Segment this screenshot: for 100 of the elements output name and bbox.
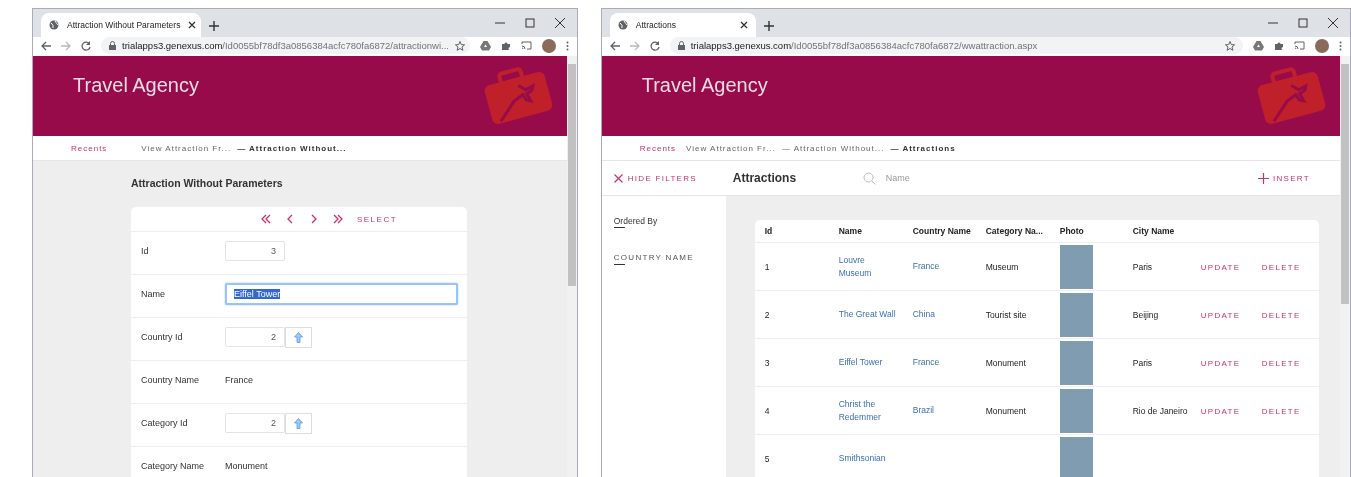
- update-link[interactable]: UPDATE: [1200, 358, 1241, 368]
- breadcrumb-link[interactable]: Recents: [639, 143, 677, 153]
- field-label: Id: [141, 246, 150, 256]
- maximize-icon[interactable]: [1298, 18, 1308, 28]
- more-icon[interactable]: [1339, 40, 1342, 51]
- table-cell: 2: [764, 309, 770, 320]
- delete-link[interactable]: DELETE: [1261, 406, 1301, 416]
- close-icon[interactable]: [739, 21, 748, 29]
- puzzle-icon[interactable]: [1274, 40, 1284, 51]
- tab-title: Attraction Without Parameters: [67, 20, 181, 30]
- delete-link[interactable]: DELETE: [1261, 358, 1301, 368]
- breadcrumb-link[interactable]: — Attraction Without...: [237, 143, 347, 153]
- table-cell: Monument: [985, 357, 1026, 368]
- country-link[interactable]: Brazil: [912, 404, 934, 417]
- scrollbar[interactable]: [566, 56, 577, 477]
- attraction-link[interactable]: Christ the Redemmer: [838, 397, 899, 424]
- photo-placeholder: [1059, 340, 1093, 385]
- globe-icon[interactable]: [617, 20, 628, 30]
- hide-filters-button[interactable]: HIDE FILTERS: [601, 172, 726, 184]
- star-icon[interactable]: [454, 40, 465, 51]
- delete-link[interactable]: DELETE: [1261, 262, 1301, 272]
- number-field[interactable]: 3: [225, 241, 285, 261]
- drive-icon[interactable]: [479, 40, 491, 51]
- close-icon[interactable]: [1328, 18, 1338, 28]
- column-header[interactable]: Id: [754, 220, 829, 243]
- table-cell: Museum: [985, 261, 1019, 272]
- attraction-link[interactable]: The Great Wall: [838, 308, 896, 321]
- field-label: Category Id: [141, 418, 189, 428]
- breadcrumb-link[interactable]: Recents: [71, 143, 108, 153]
- country-link[interactable]: France: [912, 356, 940, 369]
- reload-icon[interactable]: [81, 40, 91, 51]
- field-label: Country Id: [141, 332, 184, 342]
- field-value: Monument: [225, 461, 268, 471]
- update-link[interactable]: UPDATE: [1200, 262, 1241, 272]
- order-option[interactable]: COUNTRY NAME: [613, 253, 694, 265]
- avatar[interactable]: [541, 38, 556, 53]
- lock-icon[interactable]: [677, 41, 685, 50]
- first-icon[interactable]: [260, 214, 271, 224]
- app-title: Travel Agency: [73, 74, 199, 98]
- update-link[interactable]: UPDATE: [1200, 310, 1241, 320]
- field-label: Country Name: [141, 375, 201, 385]
- lock-icon[interactable]: [109, 41, 116, 50]
- browser-tab[interactable]: Attraction Without Parameters: [41, 13, 201, 37]
- grid-title: Attractions: [732, 171, 798, 185]
- plus-icon[interactable]: [1258, 172, 1269, 184]
- last-icon[interactable]: [332, 214, 343, 224]
- breadcrumb-link[interactable]: — Attraction Without...: [781, 143, 885, 153]
- more-icon[interactable]: [565, 40, 569, 51]
- cast-icon[interactable]: [1294, 41, 1305, 50]
- column-header[interactable]: Name: [828, 220, 903, 243]
- photo-placeholder: [1059, 244, 1093, 289]
- country-link[interactable]: China: [912, 308, 935, 321]
- address-bar[interactable]: trialapps3.genexus.com/Id0055bf78df3a0856384acfc780fa6872/attractionwi...: [101, 37, 470, 54]
- photo-placeholder: [1059, 436, 1093, 477]
- column-header[interactable]: Photo: [1049, 220, 1123, 243]
- select-button[interactable]: SELECT: [356, 214, 398, 224]
- reload-icon[interactable]: [649, 40, 660, 51]
- table-cell: Paris: [1132, 357, 1153, 368]
- country-link[interactable]: France: [912, 260, 940, 273]
- puzzle-icon[interactable]: [500, 40, 511, 51]
- attraction-link[interactable]: Eiffel Tower: [838, 356, 883, 369]
- close-icon[interactable]: [188, 21, 197, 29]
- back-icon[interactable]: [41, 40, 51, 51]
- photo-placeholder: [1059, 292, 1093, 337]
- breadcrumb-link[interactable]: View Attraction Fr...: [141, 143, 232, 153]
- attraction-link[interactable]: Louvre Museum: [838, 253, 899, 280]
- table-cell: Beijing: [1132, 309, 1159, 320]
- app-title: Travel Agency: [641, 74, 768, 98]
- table-cell: 5: [764, 453, 770, 464]
- star-icon[interactable]: [1225, 40, 1235, 51]
- attraction-link[interactable]: Smithsonian: [838, 452, 886, 465]
- maximize-icon[interactable]: [524, 18, 535, 28]
- globe-icon[interactable]: [49, 20, 59, 30]
- scrollbar[interactable]: [1340, 56, 1350, 477]
- number-field[interactable]: 2: [225, 413, 285, 433]
- column-header[interactable]: Country Name: [902, 220, 976, 243]
- back-icon[interactable]: [609, 40, 620, 51]
- avatar[interactable]: [1315, 38, 1329, 53]
- table-cell: 4: [764, 405, 770, 416]
- name-field[interactable]: Eiffel Tower: [225, 283, 458, 305]
- photo-placeholder: [1059, 388, 1093, 433]
- delete-link[interactable]: DELETE: [1261, 310, 1301, 320]
- update-link[interactable]: UPDATE: [1200, 406, 1241, 416]
- breadcrumb-link[interactable]: View Attraction Fr...: [686, 143, 776, 153]
- column-header[interactable]: Category Na...: [975, 220, 1050, 243]
- number-field[interactable]: 2: [225, 327, 285, 347]
- cast-icon[interactable]: [520, 41, 532, 50]
- suitcase-logo: [482, 66, 553, 126]
- close-icon[interactable]: [554, 18, 565, 28]
- address-bar[interactable]: trialapps3.genexus.com/Id0055bf78df3a0856384acfc780fa6872/wwattraction.aspx: [669, 37, 1243, 54]
- drive-icon[interactable]: [1253, 40, 1264, 51]
- plus-icon[interactable]: [763, 21, 774, 31]
- column-header[interactable]: City Name: [1122, 220, 1191, 243]
- breadcrumb-link[interactable]: — Attractions: [890, 143, 956, 153]
- plus-icon[interactable]: [209, 21, 219, 31]
- insert-button[interactable]: INSERT: [1252, 171, 1316, 185]
- table-cell: Tourist site: [985, 309, 1027, 320]
- table-cell: 3: [764, 357, 770, 368]
- tab-title: Attractions: [635, 20, 677, 30]
- browser-tab[interactable]: Attractions: [609, 13, 756, 37]
